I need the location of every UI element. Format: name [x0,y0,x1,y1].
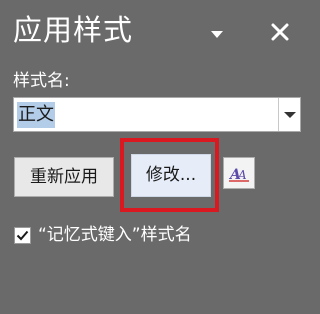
checkmark-icon [16,230,29,241]
autocomplete-label[interactable]: “记忆式键入”样式名 [38,223,192,247]
style-name-input[interactable]: 正文 [17,102,55,128]
styles-button[interactable]: A A [223,157,255,189]
close-icon[interactable] [268,20,292,44]
chevron-down-icon [284,112,296,118]
modify-button[interactable]: 修改... [131,154,211,197]
reapply-button[interactable]: 重新应用 [14,157,114,197]
autocomplete-checkbox[interactable] [14,227,31,244]
styles-aa-icon: A A [228,167,249,183]
style-name-combobox[interactable]: 正文 [13,97,301,132]
pane-options-triangle-down-icon[interactable] [211,31,223,38]
style-name-label: 样式名: [13,71,70,91]
pane-title: 应用样式 [13,13,134,47]
svg-text:A: A [237,168,247,182]
style-dropdown-button[interactable] [278,98,300,131]
